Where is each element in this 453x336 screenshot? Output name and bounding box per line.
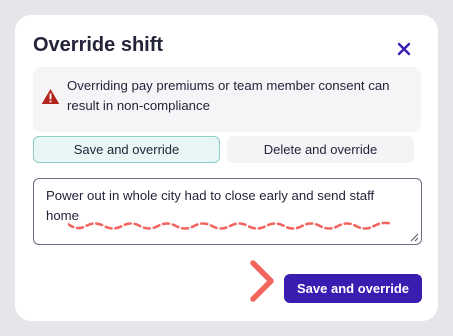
override-shift-dialog: Override shift Overriding pay premiums o… (15, 15, 438, 321)
save-and-override-button[interactable]: Save and override (284, 274, 422, 303)
dialog-title: Override shift (33, 34, 164, 56)
warning-text: Overriding pay premiums or team member c… (67, 78, 390, 113)
resize-handle-icon[interactable] (410, 233, 419, 242)
reason-textarea[interactable]: Power out in whole city had to close ear… (33, 178, 422, 245)
warning-triangle-icon (41, 88, 60, 105)
save-and-override-option[interactable]: Save and override (33, 136, 220, 163)
warning-banner: Overriding pay premiums or team member c… (33, 67, 421, 132)
squiggle-underline (68, 221, 394, 230)
chevron-right-annotation-icon (250, 260, 274, 302)
delete-and-override-option[interactable]: Delete and override (227, 136, 414, 163)
close-icon[interactable] (393, 38, 415, 60)
